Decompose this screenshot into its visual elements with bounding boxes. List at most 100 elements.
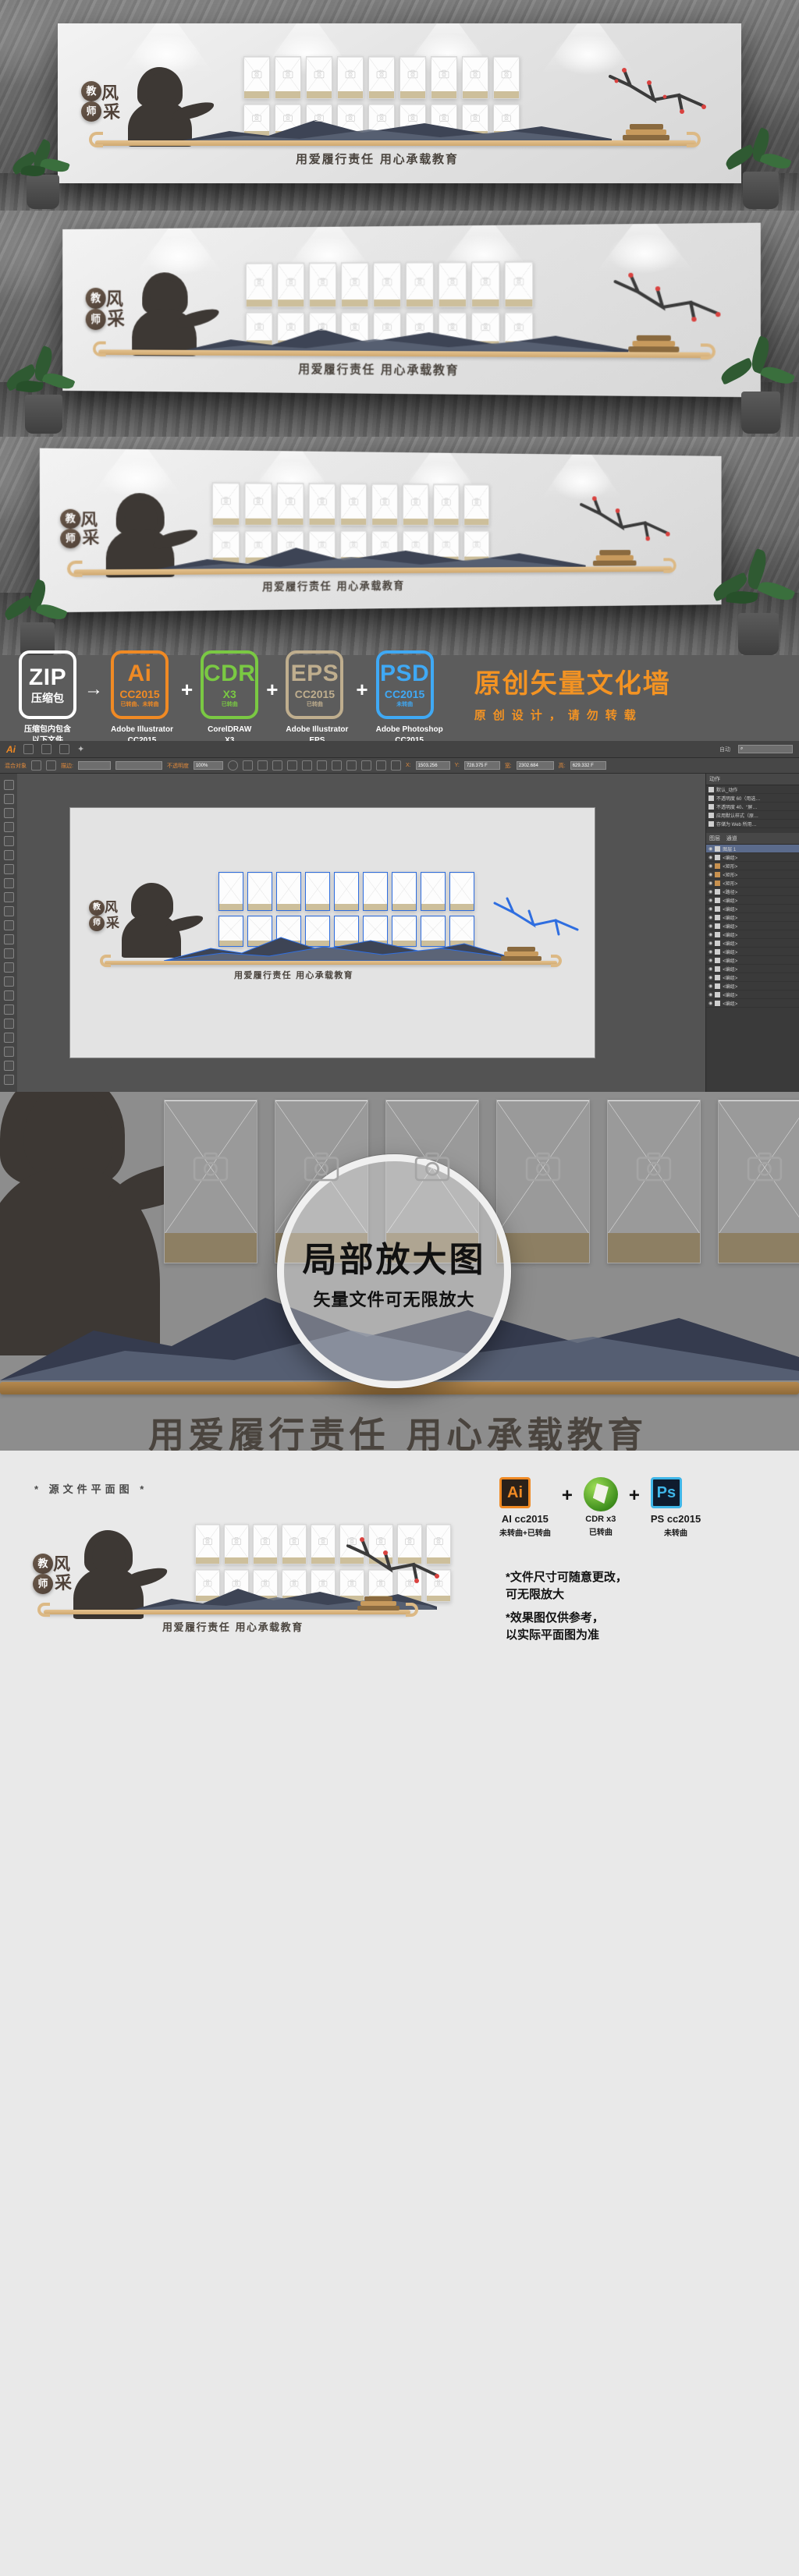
- photo-frame[interactable]: [337, 56, 364, 99]
- layer-row[interactable]: ◉ <编组>: [706, 990, 799, 999]
- photo-frame[interactable]: [463, 484, 490, 526]
- photo-frame[interactable]: [371, 483, 398, 526]
- bridge-icon[interactable]: ✦: [77, 744, 84, 754]
- pen-tool-icon[interactable]: [3, 836, 14, 846]
- photo-frame[interactable]: [244, 482, 272, 526]
- layer-row[interactable]: ◉ <编组>: [706, 930, 799, 939]
- photo-frame[interactable]: [311, 1524, 336, 1564]
- align-bottom-icon[interactable]: [375, 760, 386, 771]
- eye-icon[interactable]: ◉: [708, 855, 712, 860]
- pencil-tool-icon[interactable]: [3, 920, 14, 930]
- eye-icon[interactable]: ◉: [708, 906, 712, 912]
- photo-frame[interactable]: [438, 261, 467, 307]
- artboard-tool-icon[interactable]: [3, 1047, 14, 1057]
- photo-frame[interactable]: [402, 484, 429, 526]
- layer-row[interactable]: ◉ <矩形>: [706, 862, 799, 870]
- w-field[interactable]: 2302.684: [516, 761, 554, 770]
- photo-frame[interactable]: [308, 483, 336, 526]
- arrange-icon[interactable]: [316, 760, 327, 771]
- photo-frame[interactable]: [195, 1524, 220, 1564]
- photo-frame[interactable]: [275, 56, 301, 99]
- photo-frame[interactable]: [504, 261, 534, 307]
- action-item[interactable]: 不透明度 40、“屏…: [706, 803, 799, 811]
- stroke-style-field[interactable]: [115, 761, 162, 770]
- eye-icon[interactable]: ◉: [708, 949, 712, 955]
- paintbrush-tool-icon[interactable]: [3, 906, 14, 916]
- stroke-weight-field[interactable]: [77, 761, 111, 770]
- layer-row[interactable]: ◉ <编组>: [706, 965, 799, 973]
- layer-row[interactable]: ◉ <编组>: [706, 948, 799, 956]
- layer-row[interactable]: ◉ <编组>: [706, 913, 799, 922]
- action-item[interactable]: 不透明度 60（用选…: [706, 794, 799, 803]
- hand-tool-icon[interactable]: [3, 1061, 14, 1071]
- checkbox-icon[interactable]: [708, 820, 714, 827]
- layer-row[interactable]: ◉ <编组>: [706, 999, 799, 1008]
- photo-frame[interactable]: [462, 56, 488, 99]
- photo-frame[interactable]: [309, 262, 337, 308]
- layer-row[interactable]: ◉ <路径>: [706, 888, 799, 896]
- eye-icon[interactable]: ◉: [708, 966, 712, 972]
- rectangle-tool-icon[interactable]: [3, 892, 14, 902]
- transform-icon[interactable]: [242, 760, 253, 771]
- zoom-tool-icon[interactable]: [3, 1075, 14, 1085]
- photo-frame[interactable]: [392, 872, 417, 911]
- transform-each-icon[interactable]: [390, 760, 401, 771]
- shape-builder-tool-icon[interactable]: [3, 990, 14, 1001]
- width-tool-icon[interactable]: [3, 976, 14, 987]
- action-item[interactable]: 应用默认样式（原…: [706, 811, 799, 820]
- photo-frame[interactable]: [433, 484, 460, 526]
- gradient-tool-icon[interactable]: [3, 1005, 14, 1015]
- photo-frame[interactable]: [431, 56, 457, 99]
- eye-icon[interactable]: ◉: [708, 898, 712, 903]
- eye-icon[interactable]: ◉: [708, 846, 712, 852]
- photo-frame[interactable]: [493, 56, 520, 99]
- eye-icon[interactable]: ◉: [708, 932, 712, 937]
- scale-tool-icon[interactable]: [3, 962, 14, 973]
- layer-row[interactable]: ◉ <矩形>: [706, 870, 799, 879]
- photo-frame[interactable]: [400, 56, 426, 99]
- photo-frame[interactable]: [363, 872, 388, 911]
- eye-icon[interactable]: ◉: [708, 923, 712, 929]
- layer-row[interactable]: ◉ <编组>: [706, 973, 799, 982]
- eye-icon[interactable]: ◉: [708, 915, 712, 920]
- eye-icon[interactable]: ◉: [708, 863, 712, 869]
- photo-frame[interactable]: [341, 262, 369, 308]
- layers-panel-title[interactable]: 图层 通道: [706, 833, 799, 845]
- photo-frame[interactable]: [245, 262, 273, 308]
- photo-frame[interactable]: [449, 872, 474, 911]
- direct-selection-tool-icon[interactable]: [3, 794, 14, 804]
- eraser-tool-icon[interactable]: [3, 934, 14, 944]
- selection-tool-icon[interactable]: [3, 780, 14, 790]
- h-field[interactable]: 629.332 F: [570, 761, 606, 770]
- photo-frame[interactable]: [305, 872, 330, 911]
- photo-frame[interactable]: [218, 872, 243, 911]
- photo-frame[interactable]: [496, 1100, 590, 1263]
- screen-mode-icon[interactable]: [41, 744, 51, 754]
- style-icon[interactable]: [227, 760, 238, 771]
- checkbox-icon[interactable]: [708, 795, 714, 801]
- layer-row[interactable]: ◉ <编组>: [706, 956, 799, 965]
- x-field[interactable]: 1503.256: [415, 761, 450, 770]
- photo-frame[interactable]: [211, 482, 240, 526]
- photo-frame[interactable]: [306, 56, 332, 99]
- photo-frame[interactable]: [277, 262, 305, 308]
- photo-frame[interactable]: [718, 1100, 799, 1263]
- photo-frame[interactable]: [282, 1524, 307, 1564]
- y-field[interactable]: 728.375 F: [463, 761, 500, 770]
- line-tool-icon[interactable]: [3, 878, 14, 888]
- photo-frame[interactable]: [421, 872, 446, 911]
- photo-frame[interactable]: [405, 261, 434, 307]
- rotate-tool-icon[interactable]: [3, 948, 14, 958]
- photo-frame[interactable]: [368, 56, 395, 99]
- layers-tab[interactable]: 图层: [709, 836, 720, 842]
- photo-frame[interactable]: [247, 872, 272, 911]
- photo-frame[interactable]: [471, 261, 500, 307]
- workspace-switcher-icon[interactable]: [59, 744, 69, 754]
- stroke-swatch[interactable]: [46, 760, 56, 771]
- align-middle-icon[interactable]: [360, 760, 371, 771]
- checkbox-icon[interactable]: [708, 812, 714, 818]
- eye-icon[interactable]: ◉: [708, 872, 712, 877]
- magic-wand-tool-icon[interactable]: [3, 808, 14, 818]
- canvas-area[interactable]: 教 师 风 采 用爱履行责任 用心承载教育: [17, 774, 705, 1092]
- checkbox-icon[interactable]: [708, 803, 714, 810]
